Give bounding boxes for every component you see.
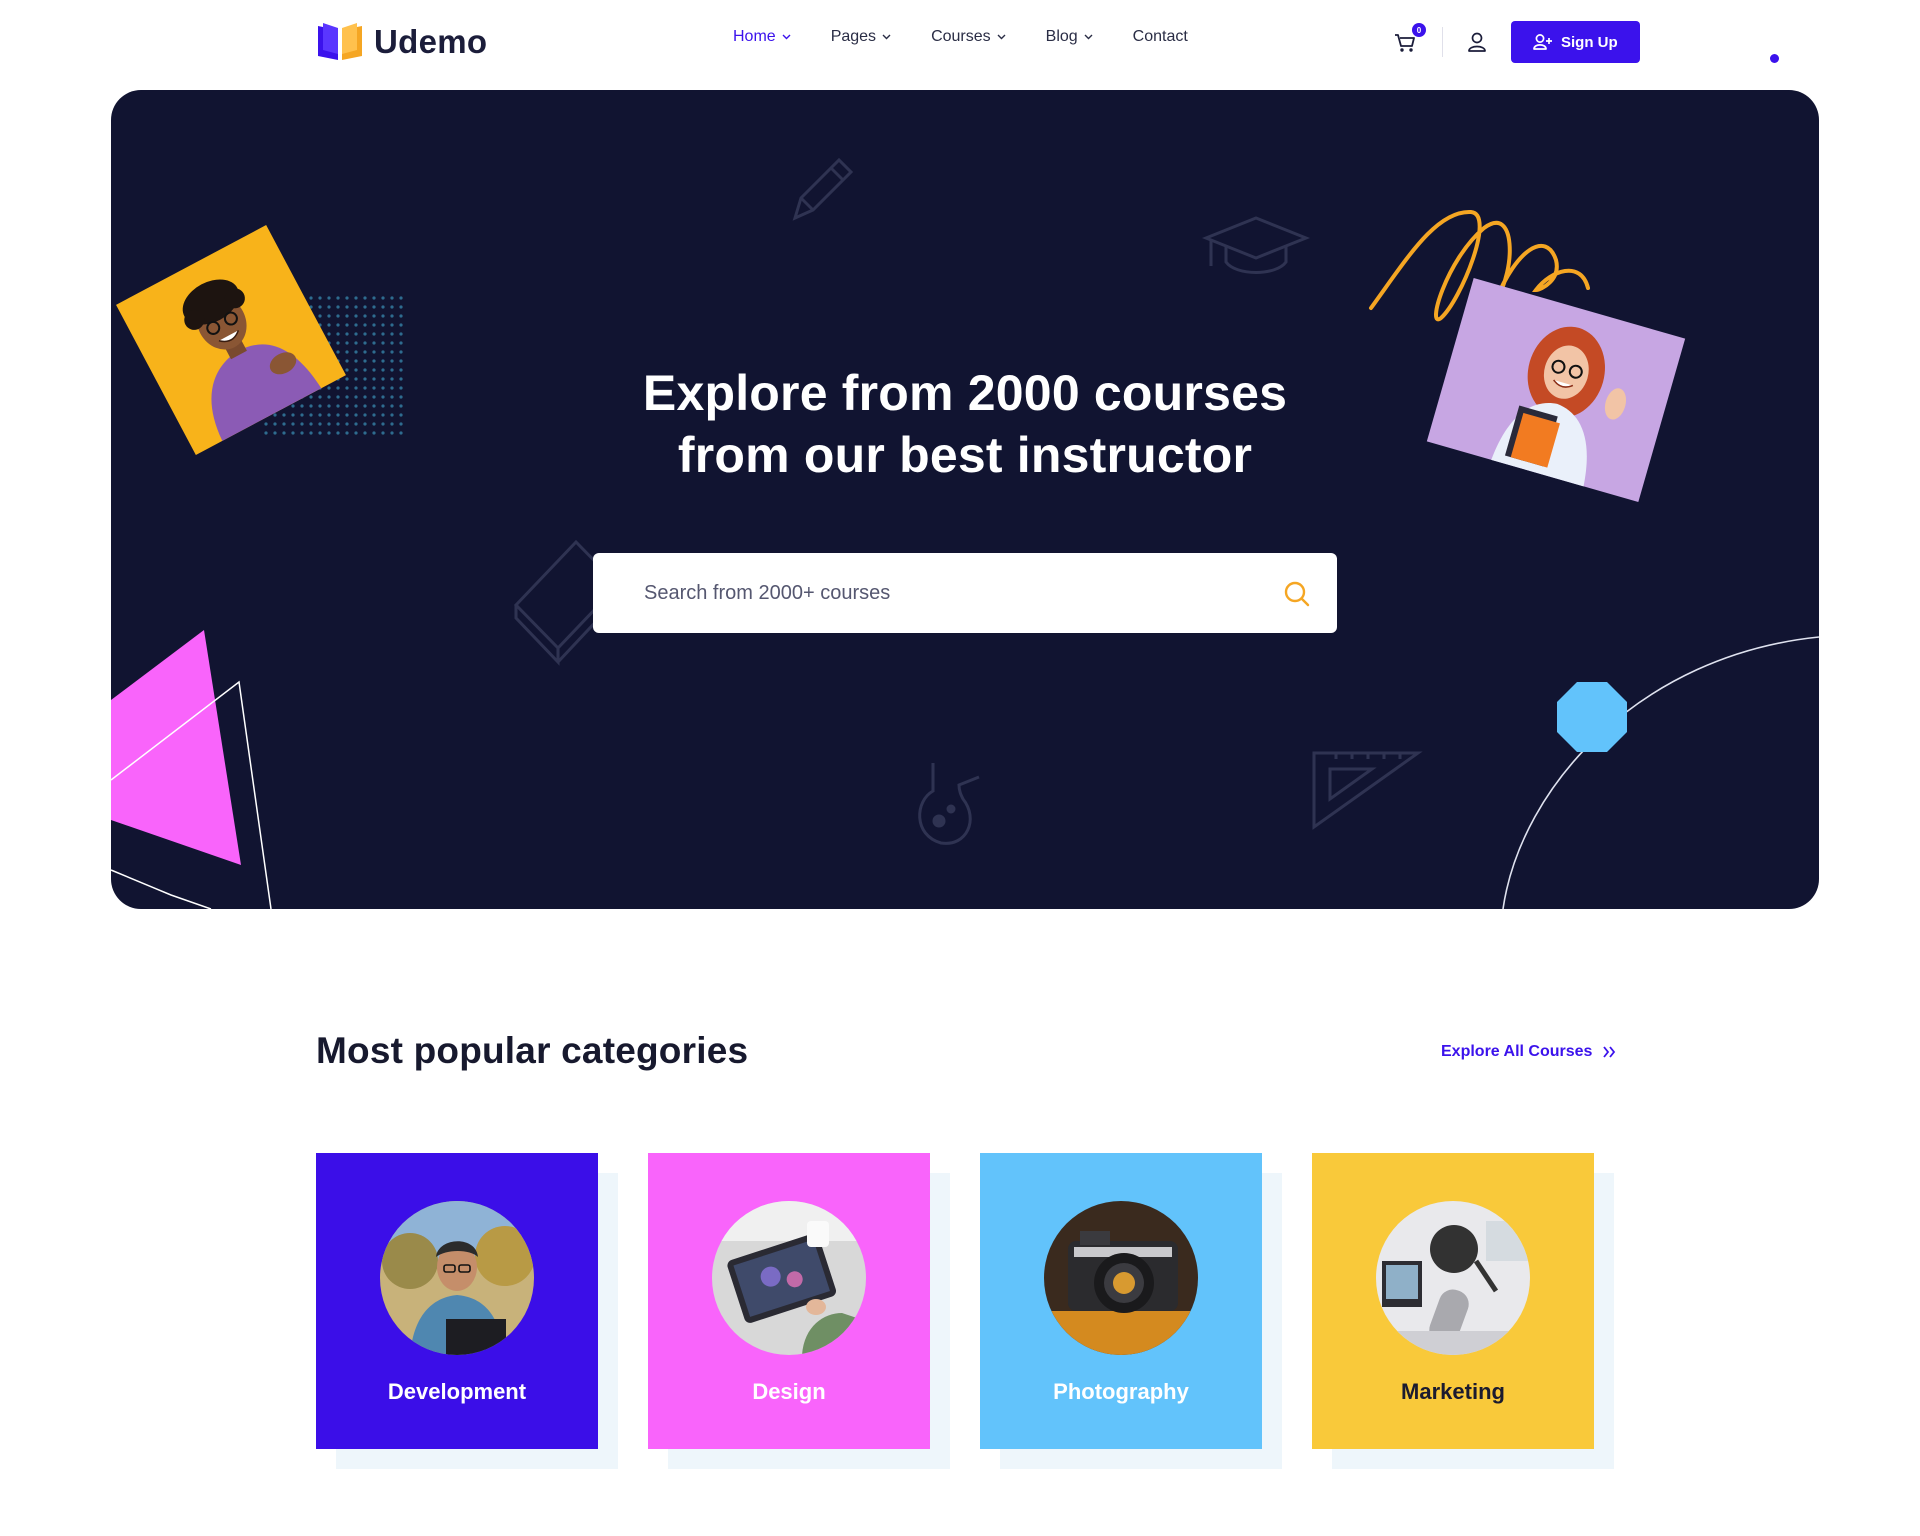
category-label: Marketing	[1401, 1379, 1505, 1404]
chevron-down-icon	[1084, 34, 1093, 40]
hero-headline: Explore from 2000 courses from our best …	[111, 362, 1819, 486]
explore-all-courses-link[interactable]: Explore All Courses	[1441, 1043, 1616, 1061]
card-face: Design	[648, 1153, 930, 1449]
double-chevron-right-icon	[1603, 1046, 1616, 1058]
category-card-development[interactable]: Development	[316, 1153, 618, 1469]
pink-triangle-shape	[111, 630, 272, 909]
nav-blog[interactable]: Blog	[1046, 28, 1093, 46]
decorative-arc	[1502, 636, 1819, 909]
hero-headline-line-2: from our best instructor	[677, 427, 1253, 483]
category-label: Design	[752, 1379, 826, 1404]
nav-contact-label: Contact	[1132, 28, 1188, 45]
photography-image	[1044, 1201, 1198, 1355]
categories-heading: Most popular categories	[316, 1030, 748, 1072]
category-card-photography[interactable]: Photography	[980, 1153, 1282, 1469]
card-face: Photography	[980, 1153, 1262, 1449]
decorative-dot	[1770, 54, 1779, 63]
book-logo-icon	[318, 23, 362, 60]
design-image	[712, 1201, 866, 1355]
user-icon	[1468, 32, 1486, 52]
cart-button[interactable]: 0	[1392, 23, 1426, 55]
nav-home[interactable]: Home	[733, 28, 791, 46]
account-button[interactable]	[1465, 29, 1489, 55]
flask-icon	[918, 763, 980, 845]
search-input[interactable]	[593, 553, 1253, 633]
pencil-icon	[792, 157, 854, 221]
nav-pages[interactable]: Pages	[831, 28, 891, 46]
set-square-icon	[1312, 751, 1423, 830]
hero-section: Explore from 2000 courses from our best …	[111, 90, 1819, 909]
marketing-image	[1376, 1201, 1530, 1355]
categories-heading-highlight: categories	[561, 1030, 749, 1071]
category-label: Development	[387, 1379, 527, 1404]
blue-octagon-shape	[1557, 682, 1627, 752]
sign-up-label: Sign Up	[1561, 33, 1618, 51]
header-divider	[1442, 27, 1443, 57]
nav-courses[interactable]: Courses	[931, 28, 1006, 46]
cart-count-badge: 0	[1412, 23, 1426, 37]
course-search-bar	[593, 553, 1337, 633]
chevron-down-icon	[997, 34, 1006, 40]
nav-blog-label: Blog	[1045, 28, 1078, 45]
hero-headline-line-1: Explore from 2000 courses	[642, 365, 1288, 421]
explore-all-courses-label: Explore All Courses	[1441, 1043, 1593, 1060]
categories-heading-prefix: Most popular	[316, 1030, 551, 1071]
card-face: Development	[316, 1153, 598, 1449]
search-icon	[1284, 581, 1310, 607]
sign-up-button[interactable]: Sign Up	[1511, 21, 1640, 63]
chevron-down-icon	[782, 34, 791, 40]
development-image	[380, 1201, 534, 1355]
nav-pages-label: Pages	[830, 28, 877, 45]
brand-logo[interactable]: Udemo	[316, 22, 487, 62]
site-header: Udemo Home Pages Courses Blog Contact 0 …	[0, 0, 1920, 90]
graduation-cap-icon	[1201, 216, 1311, 274]
header-actions: 0 Sign Up	[1392, 21, 1640, 63]
nav-home-label: Home	[733, 28, 776, 45]
category-card-marketing[interactable]: Marketing	[1312, 1153, 1614, 1469]
nav-courses-label: Courses	[931, 28, 991, 45]
category-card-design[interactable]: Design	[648, 1153, 950, 1469]
card-face: Marketing	[1312, 1153, 1594, 1449]
main-nav: Home Pages Courses Blog Contact	[733, 28, 1228, 46]
category-label: Photography	[1053, 1379, 1189, 1404]
chevron-down-icon	[882, 34, 891, 40]
search-button[interactable]	[1283, 580, 1311, 608]
brand-name: Udemo	[374, 23, 488, 60]
user-plus-icon	[1533, 34, 1552, 50]
nav-contact[interactable]: Contact	[1133, 28, 1188, 46]
